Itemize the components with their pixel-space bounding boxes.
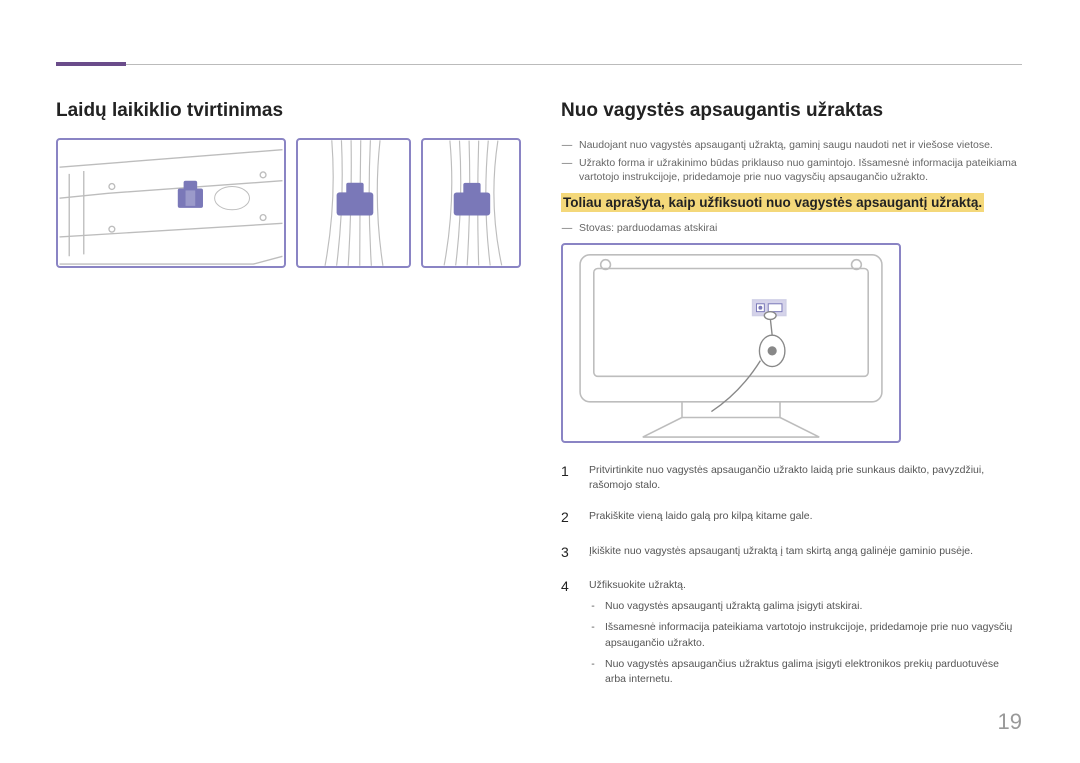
- note-row: ― Užrakto forma ir užrakinimo būdas prik…: [561, 156, 1022, 184]
- left-column: Laidų laikiklio tvirtinimas: [56, 100, 521, 707]
- step-row: 4 Užfiksuokite užraktą. - Nuo vagystės a…: [561, 576, 1022, 693]
- step-row: 3 Įkiškite nuo vagystės apsaugantį užrak…: [561, 542, 1022, 562]
- sub-list: - Nuo vagystės apsaugantį užraktą galima…: [589, 599, 1022, 687]
- hyphen-marker: -: [589, 620, 597, 650]
- diagram-cable-holder-back: [56, 138, 286, 268]
- left-heading: Laidų laikiklio tvirtinimas: [56, 100, 521, 122]
- step-text: Pritvirtinkite nuo vagystės apsaugančio …: [589, 461, 1022, 493]
- diagram-antitheft-lock: [561, 243, 901, 443]
- dash-marker: ―: [561, 138, 573, 152]
- highlighted-heading: Toliau aprašyta, kaip užfiksuoti nuo vag…: [561, 193, 984, 212]
- highlight-row: Toliau aprašyta, kaip užfiksuoti nuo vag…: [561, 193, 1022, 213]
- lock-device-icon: [711, 312, 785, 412]
- note-row: ― Stovas: parduodamas atskirai: [561, 221, 1022, 235]
- note-text: Naudojant nuo vagystės apsaugantį užrakt…: [579, 138, 1022, 152]
- note-row: ― Naudojant nuo vagystės apsaugantį užra…: [561, 138, 1022, 152]
- steps-list: 1 Pritvirtinkite nuo vagystės apsauganči…: [561, 461, 1022, 693]
- step-text-with-subs: Užfiksuokite užraktą. - Nuo vagystės aps…: [589, 576, 1022, 693]
- sub-row: - Nuo vagystės apsaugantį užraktą galima…: [589, 599, 1022, 614]
- page-content: Laidų laikiklio tvirtinimas: [56, 100, 1022, 707]
- step-number: 3: [561, 542, 575, 562]
- dash-marker: ―: [561, 156, 573, 184]
- svg-antitheft: [563, 245, 899, 441]
- stand-note: ― Stovas: parduodamas atskirai: [561, 221, 1022, 235]
- page-number: 19: [998, 709, 1022, 735]
- step-text: Įkiškite nuo vagystės apsaugantį užraktą…: [589, 542, 1022, 562]
- sub-row: - Išsamesnė informacija pateikiama varto…: [589, 620, 1022, 650]
- dash-marker: ―: [561, 221, 573, 235]
- hyphen-marker: -: [589, 657, 597, 687]
- cable-clip-icon: [454, 183, 490, 216]
- cable-clip-icon: [178, 181, 203, 208]
- svg-cable-back: [58, 140, 284, 266]
- step-row: 1 Pritvirtinkite nuo vagystės apsauganči…: [561, 461, 1022, 493]
- accent-bar: [56, 62, 126, 66]
- left-diagrams: [56, 138, 521, 268]
- note-text: Užrakto forma ir užrakinimo būdas prikla…: [579, 156, 1022, 184]
- diagram-cables-bundled-1: [296, 138, 411, 268]
- step-row: 2 Prakiškite vieną laido galą pro kilpą …: [561, 507, 1022, 527]
- right-heading: Nuo vagystės apsaugantis užraktas: [561, 100, 1022, 122]
- sub-text: Nuo vagystės apsaugantį užraktą galima į…: [605, 599, 862, 614]
- step-number: 1: [561, 461, 575, 493]
- intro-notes: ― Naudojant nuo vagystės apsaugantį užra…: [561, 138, 1022, 185]
- step-text: Užfiksuokite užraktą.: [589, 579, 686, 591]
- step-number: 2: [561, 507, 575, 527]
- note-text: Stovas: parduodamas atskirai: [579, 221, 1022, 235]
- diagram-cables-bundled-2: [421, 138, 521, 268]
- sub-text: Išsamesnė informacija pateikiama vartoto…: [605, 620, 1022, 650]
- top-rule: [56, 64, 1022, 65]
- step-text: Prakiškite vieną laido galą pro kilpą ki…: [589, 507, 1022, 527]
- step-number: 4: [561, 576, 575, 693]
- hyphen-marker: -: [589, 599, 597, 614]
- sub-row: - Nuo vagystės apsaugančius užraktus gal…: [589, 657, 1022, 687]
- right-column: Nuo vagystės apsaugantis užraktas ― Naud…: [561, 100, 1022, 707]
- sub-text: Nuo vagystės apsaugančius užraktus galim…: [605, 657, 1022, 687]
